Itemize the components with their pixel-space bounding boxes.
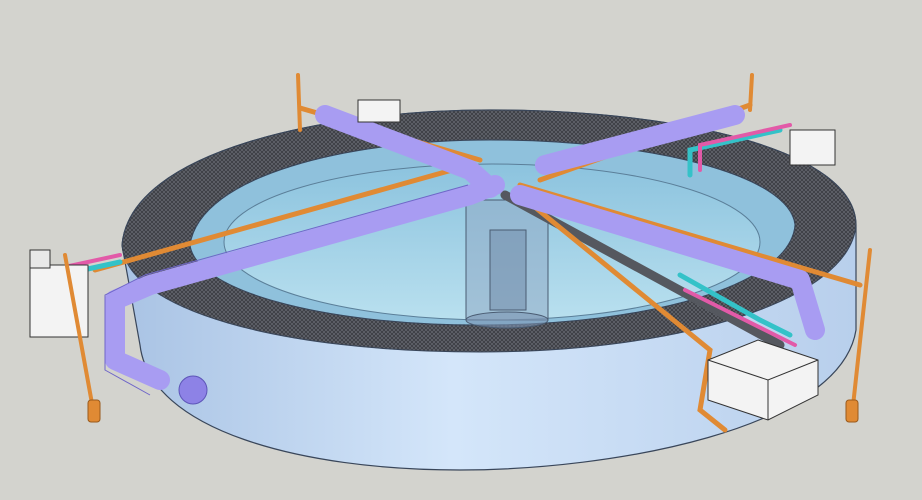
air-pipe-outlet [178, 375, 208, 405]
inlet-box-right [789, 129, 836, 166]
sludge-tank-diagram [29, 73, 872, 471]
inlet-box-top [357, 99, 401, 123]
center-column [465, 199, 549, 329]
